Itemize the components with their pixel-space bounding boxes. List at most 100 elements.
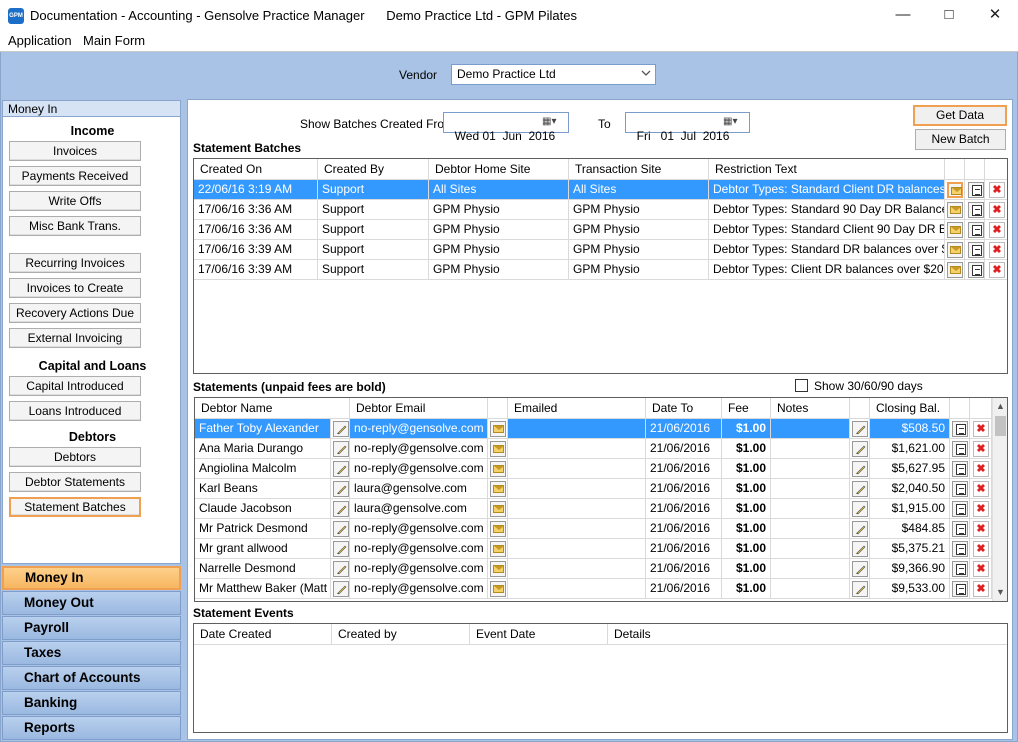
statement-cell[interactable]: 21/06/2016: [646, 419, 722, 439]
col-restriction-text[interactable]: Restriction Text: [709, 159, 945, 180]
edit-button[interactable]: [852, 501, 868, 517]
batch-cell[interactable]: GPM Physio: [429, 260, 569, 280]
statement-cell[interactable]: $2,040.50: [870, 479, 950, 499]
edit-button[interactable]: [333, 421, 349, 437]
statement-doc-button[interactable]: [968, 262, 984, 278]
statement-cell[interactable]: Claude Jacobson: [195, 499, 331, 519]
statement-cell[interactable]: laura@gensolve.com: [350, 479, 488, 499]
batch-cell[interactable]: GPM Physio: [429, 200, 569, 220]
col-details[interactable]: Details: [608, 624, 1007, 645]
batch-cell[interactable]: All Sites: [429, 180, 569, 200]
edit-button[interactable]: [333, 581, 349, 597]
statement-cell[interactable]: no-reply@gensolve.com: [350, 419, 488, 439]
col-closing-bal[interactable]: Closing Bal.: [870, 398, 950, 419]
statement-cell[interactable]: $1.00: [722, 479, 771, 499]
batch-cell[interactable]: Debtor Types: Standard Client 90 Day DR …: [709, 220, 945, 240]
email-button[interactable]: [490, 521, 506, 537]
statement-cell[interactable]: $1.00: [722, 419, 771, 439]
menu-main-form[interactable]: Main Form: [83, 33, 145, 48]
statement-cell[interactable]: 21/06/2016: [646, 539, 722, 559]
statement-doc-button[interactable]: [968, 222, 984, 238]
edit-button[interactable]: [852, 561, 868, 577]
statement-cell[interactable]: $5,375.21: [870, 539, 950, 559]
debtor-statements-button[interactable]: Debtor Statements: [9, 472, 141, 492]
col-date-created[interactable]: Date Created: [194, 624, 332, 645]
batch-cell[interactable]: Support: [318, 260, 429, 280]
email-button[interactable]: [490, 421, 506, 437]
statement-cell[interactable]: $1,915.00: [870, 499, 950, 519]
statement-cell[interactable]: Mr Patrick Desmond: [195, 519, 331, 539]
statement-cell[interactable]: $1.00: [722, 499, 771, 519]
statement-cell[interactable]: $508.50: [870, 419, 950, 439]
batch-cell[interactable]: All Sites: [569, 180, 709, 200]
statement-cell[interactable]: [508, 559, 646, 579]
statement-cell[interactable]: [508, 519, 646, 539]
statement-doc-button[interactable]: [968, 202, 984, 218]
batch-cell[interactable]: 17/06/16 3:36 AM: [194, 200, 318, 220]
col-notes[interactable]: Notes: [771, 398, 850, 419]
statement-cell[interactable]: [508, 419, 646, 439]
statement-cell[interactable]: $1.00: [722, 519, 771, 539]
statement-cell[interactable]: [771, 519, 850, 539]
statement-cell[interactable]: $484.85: [870, 519, 950, 539]
batch-cell[interactable]: GPM Physio: [569, 200, 709, 220]
statement-cell[interactable]: $1,621.00: [870, 439, 950, 459]
col-event-date[interactable]: Event Date: [470, 624, 608, 645]
external-invoicing-button[interactable]: External Invoicing: [9, 328, 141, 348]
edit-button[interactable]: [852, 421, 868, 437]
batch-cell[interactable]: GPM Physio: [569, 260, 709, 280]
batch-cell[interactable]: Debtor Types: Standard DR balances over …: [709, 240, 945, 260]
delete-button[interactable]: ✖: [989, 222, 1005, 238]
email-button[interactable]: [490, 481, 506, 497]
delete-button[interactable]: ✖: [973, 481, 989, 497]
col-created-by[interactable]: Created By: [318, 159, 429, 180]
edit-button[interactable]: [333, 541, 349, 557]
email-button[interactable]: [947, 242, 963, 258]
scroll-down-arrow-icon[interactable]: ▼: [996, 588, 1005, 597]
nav-chart-of-accounts[interactable]: Chart of Accounts: [2, 666, 181, 690]
batch-cell[interactable]: Support: [318, 240, 429, 260]
batch-cell[interactable]: GPM Physio: [569, 220, 709, 240]
statement-cell[interactable]: $1.00: [722, 559, 771, 579]
statement-doc-button[interactable]: [952, 581, 968, 597]
col-date-to[interactable]: Date To: [646, 398, 722, 419]
col-debtor-name[interactable]: Debtor Name: [195, 398, 350, 419]
col-created-on[interactable]: Created On: [194, 159, 318, 180]
statement-cell[interactable]: [508, 539, 646, 559]
edit-button[interactable]: [852, 581, 868, 597]
email-button[interactable]: [490, 461, 506, 477]
delete-button[interactable]: ✖: [989, 262, 1005, 278]
maximize-button[interactable]: □: [926, 0, 972, 31]
payments-received-button[interactable]: Payments Received: [9, 166, 141, 186]
scroll-thumb[interactable]: [995, 416, 1006, 436]
email-button[interactable]: [947, 222, 963, 238]
col-transaction-site[interactable]: Transaction Site: [569, 159, 709, 180]
email-button[interactable]: [490, 541, 506, 557]
nav-payroll[interactable]: Payroll: [2, 616, 181, 640]
minimize-button[interactable]: —: [880, 0, 926, 31]
edit-button[interactable]: [333, 561, 349, 577]
statement-cell[interactable]: 21/06/2016: [646, 459, 722, 479]
statement-cell[interactable]: $1.00: [722, 439, 771, 459]
close-button[interactable]: ✕: [972, 0, 1018, 31]
delete-button[interactable]: ✖: [989, 182, 1005, 198]
edit-button[interactable]: [333, 461, 349, 477]
statement-cell[interactable]: [771, 479, 850, 499]
statement-cell[interactable]: $1.00: [722, 539, 771, 559]
capital-introduced-button[interactable]: Capital Introduced: [9, 376, 141, 396]
statement-cell[interactable]: Father Toby Alexander: [195, 419, 331, 439]
batch-cell[interactable]: Support: [318, 200, 429, 220]
batch-cell[interactable]: 17/06/16 3:36 AM: [194, 220, 318, 240]
recurring-invoices-button[interactable]: Recurring Invoices: [9, 253, 141, 273]
write-offs-button[interactable]: Write Offs: [9, 191, 141, 211]
recovery-actions-due-button[interactable]: Recovery Actions Due: [9, 303, 141, 323]
statement-doc-button[interactable]: [952, 521, 968, 537]
email-button[interactable]: [490, 441, 506, 457]
delete-button[interactable]: ✖: [973, 541, 989, 557]
delete-button[interactable]: ✖: [973, 581, 989, 597]
debtors-button[interactable]: Debtors: [9, 447, 141, 467]
statement-doc-button[interactable]: [952, 441, 968, 457]
statement-doc-button[interactable]: [952, 421, 968, 437]
show-30-60-90-checkbox[interactable]: [795, 379, 808, 392]
statement-cell[interactable]: [771, 579, 850, 599]
